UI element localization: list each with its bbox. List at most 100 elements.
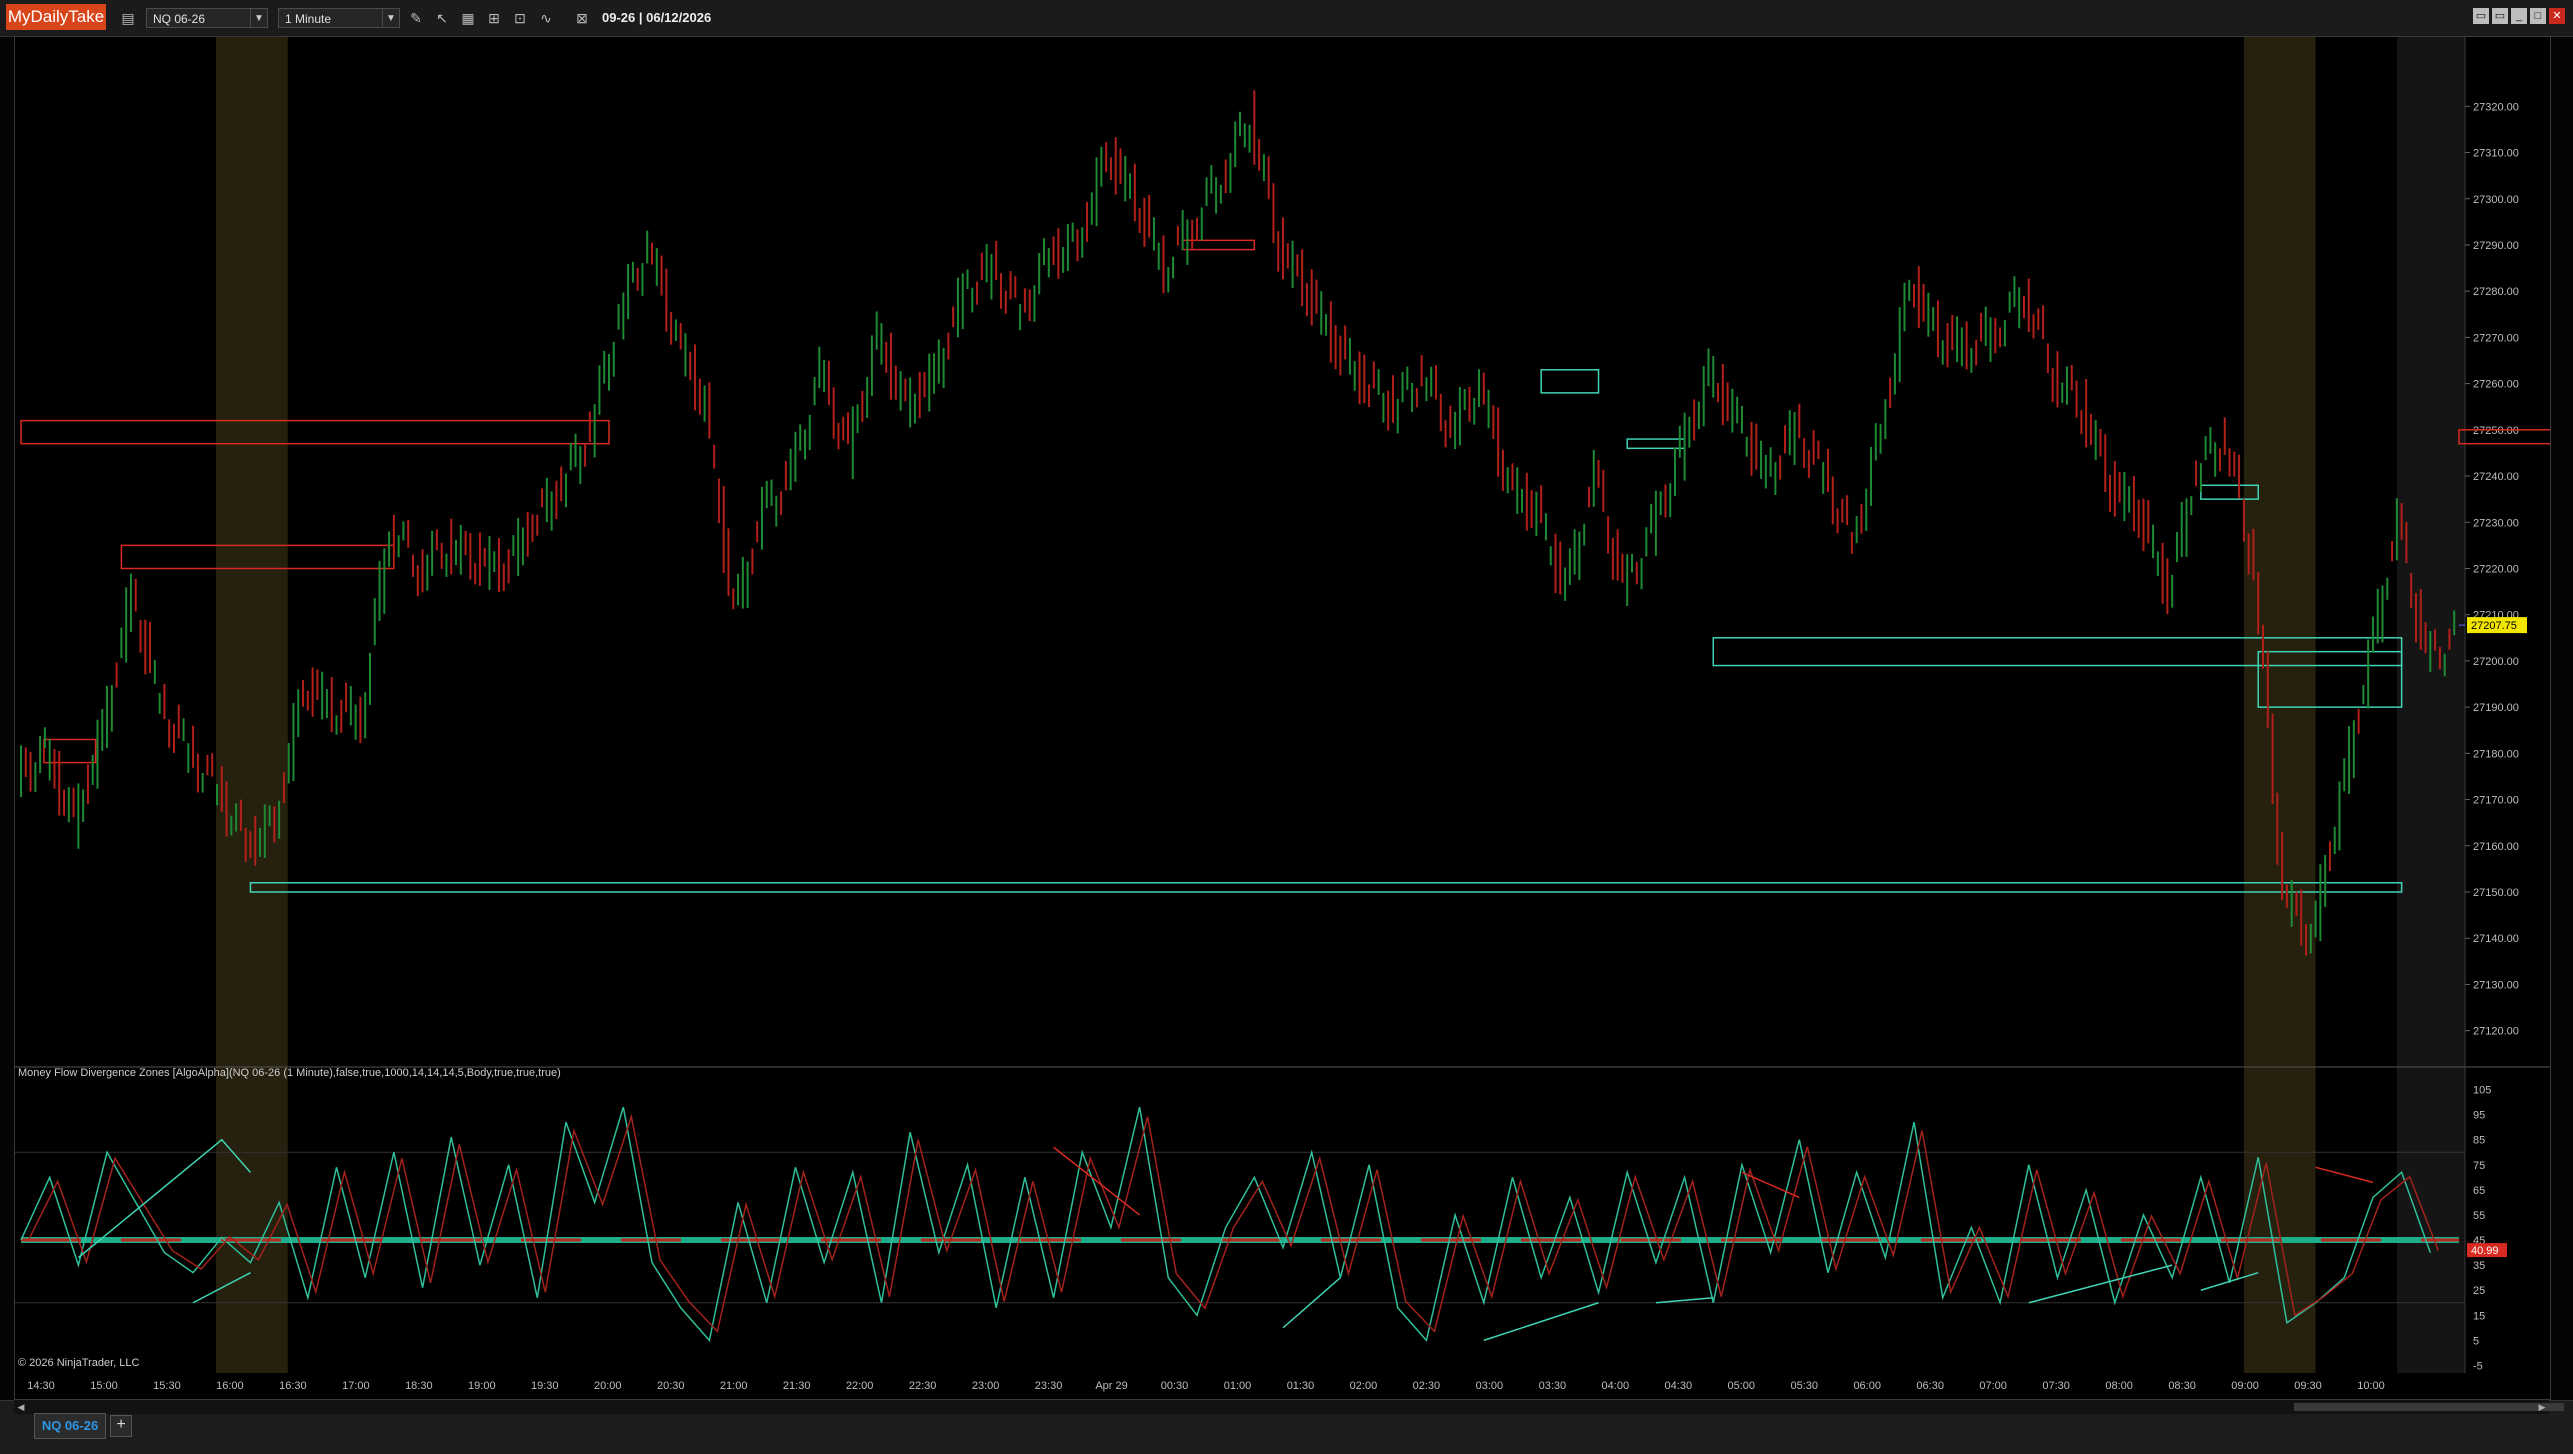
right-margin-shade — [2397, 37, 2465, 1373]
chart-panel[interactable]: 27320.00 27310.00 27300.00 27290.00 27280.00… — [14, 36, 2551, 1400]
time-tick-label: 16:30 — [279, 1380, 307, 1392]
time-tick-label: 03:30 — [1539, 1380, 1567, 1392]
price-tick-label: 27170.00 — [2473, 795, 2519, 807]
menu-icon[interactable]: ▤ — [118, 8, 138, 28]
price-tick-label: 27220.00 — [2473, 563, 2519, 575]
price-tick-label: 27290.00 — [2473, 240, 2519, 252]
osc-divergence-line — [1483, 1302, 1599, 1342]
osc-tick-label: 95 — [2473, 1110, 2485, 1122]
chevron-down-icon[interactable]: ▼ — [382, 9, 399, 27]
date-label: 09-26 | 06/12/2026 — [602, 10, 712, 25]
time-tick-label: 04:00 — [1602, 1380, 1630, 1392]
scroll-left-icon[interactable]: ◀ — [14, 1400, 28, 1414]
minimize-icon[interactable]: _ — [2511, 8, 2527, 24]
time-tick-label: 19:00 — [468, 1380, 496, 1392]
instrument-selector[interactable]: NQ 06-26 ▼ — [146, 8, 268, 28]
time-tick-label: 01:30 — [1287, 1380, 1315, 1392]
maximize-icon[interactable]: □ — [2530, 8, 2546, 24]
osc-tick-label: 105 — [2473, 1085, 2491, 1097]
copyright-label: © 2026 NinjaTrader, LLC — [18, 1357, 140, 1369]
time-tick-label: 21:00 — [720, 1380, 748, 1392]
time-tick-label: 06:00 — [1853, 1380, 1881, 1392]
add-tab-button[interactable]: + — [110, 1415, 132, 1437]
price-tick-label: 27150.00 — [2473, 887, 2519, 899]
price-tick-label: 27250.00 — [2473, 425, 2519, 437]
interval-value: 1 Minute — [285, 12, 332, 26]
time-tick-label: 07:30 — [2042, 1380, 2070, 1392]
time-tick-label: 09:00 — [2231, 1380, 2259, 1392]
time-tick-label: 23:30 — [1035, 1380, 1063, 1392]
time-tick-label: 09:30 — [2294, 1380, 2322, 1392]
price-tick-label: 27320.00 — [2473, 101, 2519, 113]
price-tick-label: 27260.00 — [2473, 379, 2519, 391]
draw-icon[interactable]: ✎ — [406, 8, 426, 28]
time-tick-label: 21:30 — [783, 1380, 811, 1392]
time-tick-label: 03:00 — [1476, 1380, 1504, 1392]
time-tick-label: 20:00 — [594, 1380, 622, 1392]
time-tick-label: Apr 29 — [1095, 1380, 1127, 1392]
time-tick-label: 22:00 — [846, 1380, 874, 1392]
indicator-icon[interactable]: ∿ — [536, 8, 556, 28]
brand-label[interactable]: MyDailyTake — [6, 4, 106, 30]
indicator-label: Money Flow Divergence Zones [AlgoAlpha](… — [18, 1067, 561, 1079]
price-tick-label: 27310.00 — [2473, 148, 2519, 160]
zoom-icon[interactable]: ⊞ — [484, 8, 504, 28]
osc-tick-label: 85 — [2473, 1135, 2485, 1147]
osc-tick-label: 25 — [2473, 1285, 2485, 1297]
time-tick-label: 14:30 — [27, 1380, 55, 1392]
fit-icon[interactable]: ⊡ — [510, 8, 530, 28]
price-tick-label: 27300.00 — [2473, 194, 2519, 206]
tile-icon[interactable]: ▭ — [2473, 8, 2489, 24]
osc-value-label: 40.99 — [2471, 1245, 2499, 1257]
time-tick-label: 02:00 — [1350, 1380, 1378, 1392]
time-tick-label: 18:30 — [405, 1380, 433, 1392]
interval-selector[interactable]: 1 Minute ▼ — [278, 8, 400, 28]
osc-divergence-line — [1053, 1146, 1141, 1216]
bear-zone — [43, 738, 97, 764]
time-tick-label: 05:00 — [1728, 1380, 1756, 1392]
scroll-right-icon[interactable]: ▶ — [2535, 1400, 2549, 1414]
data-box-icon[interactable]: ▦ — [458, 8, 478, 28]
osc-tick-label: 55 — [2473, 1210, 2485, 1222]
chevron-down-icon[interactable]: ▼ — [250, 9, 267, 27]
osc-tick-label: 35 — [2473, 1260, 2485, 1272]
time-tick-label: 08:00 — [2105, 1380, 2133, 1392]
price-tick-label: 27140.00 — [2473, 933, 2519, 945]
osc-tick-label: 65 — [2473, 1185, 2485, 1197]
time-tick-label: 19:30 — [531, 1380, 559, 1392]
time-tick-label: 06:30 — [1916, 1380, 1944, 1392]
price-tick-label: 27240.00 — [2473, 471, 2519, 483]
tile-icon-2[interactable]: ▭ — [2492, 8, 2508, 24]
horizontal-scrollbar[interactable]: ◀ ▶ — [14, 1400, 2564, 1414]
time-tick-label: 17:00 — [342, 1380, 370, 1392]
price-tick-label: 27180.00 — [2473, 748, 2519, 760]
time-tick-label: 00:30 — [1161, 1380, 1189, 1392]
chart-canvas[interactable]: 27320.00 27310.00 27300.00 27290.00 27280.00… — [15, 37, 2550, 1399]
price-tick-label: 27200.00 — [2473, 656, 2519, 668]
osc-divergence-line — [1655, 1297, 1714, 1304]
pointer-icon[interactable]: ↖ — [432, 8, 452, 28]
time-tick-label: 10:00 — [2357, 1380, 2385, 1392]
scroll-thumb[interactable] — [2294, 1403, 2564, 1411]
time-tick-label: 15:30 — [153, 1380, 181, 1392]
bear-zone — [20, 419, 610, 445]
osc-divergence-line — [2028, 1264, 2173, 1304]
osc-slow-line — [28, 1113, 2440, 1333]
price-tick-label: 27130.00 — [2473, 979, 2519, 991]
time-tick-label: 01:00 — [1224, 1380, 1252, 1392]
osc-tick-label: 15 — [2473, 1310, 2485, 1322]
window-buttons: ▭ ▭ _ □ ✕ — [2473, 8, 2565, 26]
price-tick-label: 27120.00 — [2473, 1026, 2519, 1038]
tab-instrument[interactable]: NQ 06-26 — [34, 1413, 106, 1439]
osc-tick-label: 75 — [2473, 1160, 2485, 1172]
price-tick-label: 27280.00 — [2473, 286, 2519, 298]
session-shade — [216, 37, 288, 1373]
close-icon[interactable]: ✕ — [2549, 8, 2565, 24]
time-tick-label: 23:00 — [972, 1380, 1000, 1392]
time-tick-label: 04:30 — [1665, 1380, 1693, 1392]
time-tick-label: 16:00 — [216, 1380, 244, 1392]
price-tick-label: 27190.00 — [2473, 702, 2519, 714]
strategy-icon[interactable]: ⊠ — [572, 8, 592, 28]
time-tick-label: 20:30 — [657, 1380, 685, 1392]
time-tick-label: 02:30 — [1413, 1380, 1441, 1392]
